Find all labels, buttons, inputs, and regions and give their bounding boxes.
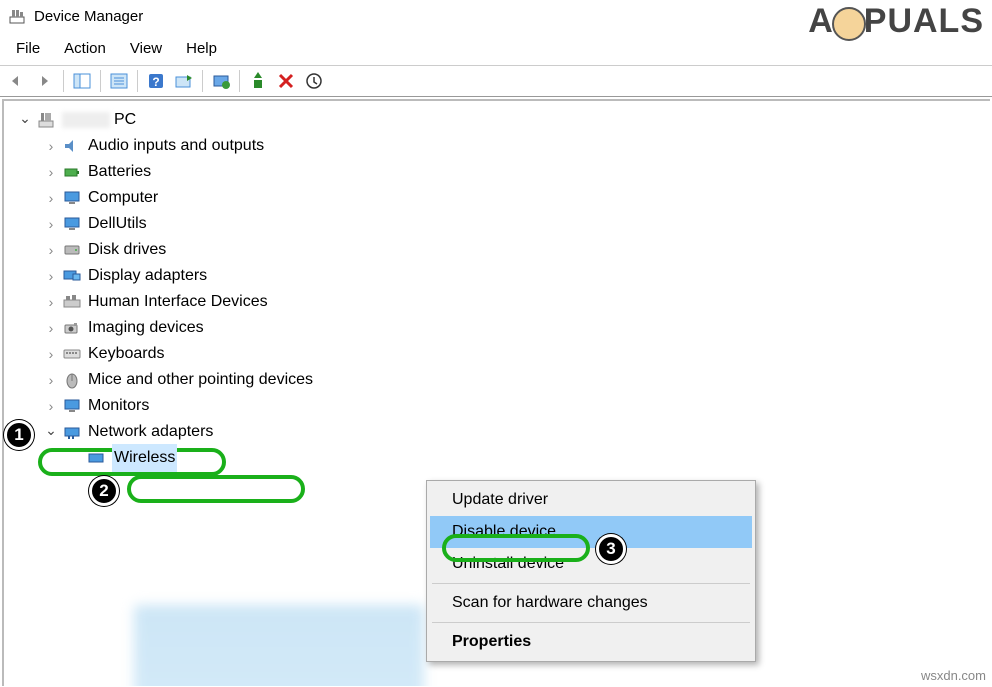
tree-subitem-label: Wireless xyxy=(112,444,177,472)
tree-item-label: Human Interface Devices xyxy=(88,289,268,315)
watermark-brand: A PUALS xyxy=(808,2,984,41)
disk-icon xyxy=(62,240,82,260)
context-menu: Update driver Disable device Uninstall d… xyxy=(426,480,756,662)
expander-icon[interactable] xyxy=(44,321,58,335)
menu-help[interactable]: Help xyxy=(174,36,229,61)
tree-item-label: Computer xyxy=(88,185,158,211)
network-adapter-icon xyxy=(86,448,106,468)
tree-item-label: Audio inputs and outputs xyxy=(88,133,264,159)
help-button[interactable]: ? xyxy=(143,69,169,93)
display-adapter-icon xyxy=(62,266,82,286)
context-update-driver[interactable]: Update driver xyxy=(430,484,752,516)
expander-icon[interactable] xyxy=(44,399,58,413)
monitor-icon xyxy=(62,214,82,234)
camera-icon xyxy=(62,318,82,338)
tree-item-label: Disk drives xyxy=(88,237,166,263)
tree-item-disks[interactable]: Disk drives xyxy=(8,237,986,263)
audio-icon xyxy=(62,136,82,156)
show-hide-tree-button[interactable] xyxy=(69,69,95,93)
menu-view[interactable]: View xyxy=(118,36,174,61)
scan-button[interactable] xyxy=(171,69,197,93)
expander-icon[interactable] xyxy=(44,425,58,439)
tree-item-network-adapters[interactable]: Network adapters xyxy=(8,419,986,445)
battery-icon xyxy=(62,162,82,182)
menu-action[interactable]: Action xyxy=(52,36,118,61)
tree-item-label: Network adapters xyxy=(88,419,213,445)
mouse-icon xyxy=(62,370,82,390)
context-disable-device[interactable]: Disable device xyxy=(430,516,752,548)
window-title: Device Manager xyxy=(34,8,143,25)
toolbar-divider xyxy=(63,70,64,92)
expander-icon[interactable] xyxy=(44,373,58,387)
tree-item-label: Monitors xyxy=(88,393,149,419)
back-button[interactable] xyxy=(4,69,30,93)
brand-face-icon xyxy=(832,7,866,41)
disable-device-button[interactable] xyxy=(273,69,299,93)
tree-item-batteries[interactable]: Batteries xyxy=(8,159,986,185)
tree-item-dellutils[interactable]: DellUtils xyxy=(8,211,986,237)
forward-button[interactable] xyxy=(32,69,58,93)
monitor-icon xyxy=(62,396,82,416)
toolbar-divider xyxy=(137,70,138,92)
tree-item-display[interactable]: Display adapters xyxy=(8,263,986,289)
brand-text-left: A xyxy=(808,2,834,41)
computer-icon xyxy=(36,110,56,130)
expander-icon[interactable] xyxy=(18,113,32,127)
update-driver-button[interactable] xyxy=(208,69,234,93)
toolbar-divider xyxy=(202,70,203,92)
toolbar-divider xyxy=(100,70,101,92)
tree-item-label: Display adapters xyxy=(88,263,207,289)
tree-item-computer[interactable]: Computer xyxy=(8,185,986,211)
menu-file[interactable]: File xyxy=(4,36,52,61)
blurred-hostname xyxy=(62,112,110,128)
context-scan-hardware[interactable]: Scan for hardware changes xyxy=(430,587,752,619)
svg-text:?: ? xyxy=(152,75,159,89)
tree-item-imaging[interactable]: Imaging devices xyxy=(8,315,986,341)
tree-item-label: Imaging devices xyxy=(88,315,204,341)
context-separator xyxy=(432,583,750,584)
network-adapter-icon xyxy=(62,422,82,442)
expander-icon[interactable] xyxy=(44,347,58,361)
tree-item-label: Batteries xyxy=(88,159,151,185)
keyboard-icon xyxy=(62,344,82,364)
uninstall-device-button[interactable] xyxy=(301,69,327,93)
brand-text-right: PUALS xyxy=(864,2,984,41)
toolbar: ? xyxy=(0,65,992,97)
tree-subitem-wireless[interactable]: Wireless xyxy=(8,445,986,471)
hid-icon xyxy=(62,292,82,312)
tree-item-monitors[interactable]: Monitors xyxy=(8,393,986,419)
expander-icon[interactable] xyxy=(44,243,58,257)
tree-item-hid[interactable]: Human Interface Devices xyxy=(8,289,986,315)
tree-item-audio[interactable]: Audio inputs and outputs xyxy=(8,133,986,159)
expander-icon[interactable] xyxy=(44,165,58,179)
properties-button[interactable] xyxy=(106,69,132,93)
monitor-icon xyxy=(62,188,82,208)
tree-item-keyboards[interactable]: Keyboards xyxy=(8,341,986,367)
context-separator xyxy=(432,622,750,623)
context-uninstall-device[interactable]: Uninstall device xyxy=(430,548,752,580)
device-manager-icon xyxy=(8,7,26,25)
blurred-region xyxy=(134,605,424,686)
tree-item-mice[interactable]: Mice and other pointing devices xyxy=(8,367,986,393)
enable-device-button[interactable] xyxy=(245,69,271,93)
expander-icon[interactable] xyxy=(44,139,58,153)
image-credit: wsxdn.com xyxy=(921,668,986,683)
toolbar-divider xyxy=(239,70,240,92)
expander-icon[interactable] xyxy=(44,217,58,231)
expander-icon[interactable] xyxy=(44,191,58,205)
expander-icon[interactable] xyxy=(44,269,58,283)
tree-item-label: DellUtils xyxy=(88,211,147,237)
tree-root-row[interactable]: PC xyxy=(8,107,986,133)
tree-item-label: Keyboards xyxy=(88,341,165,367)
expander-icon[interactable] xyxy=(44,295,58,309)
tree-root-label: PC xyxy=(114,107,136,133)
tree-item-label: Mice and other pointing devices xyxy=(88,367,313,393)
context-properties[interactable]: Properties xyxy=(430,626,752,658)
